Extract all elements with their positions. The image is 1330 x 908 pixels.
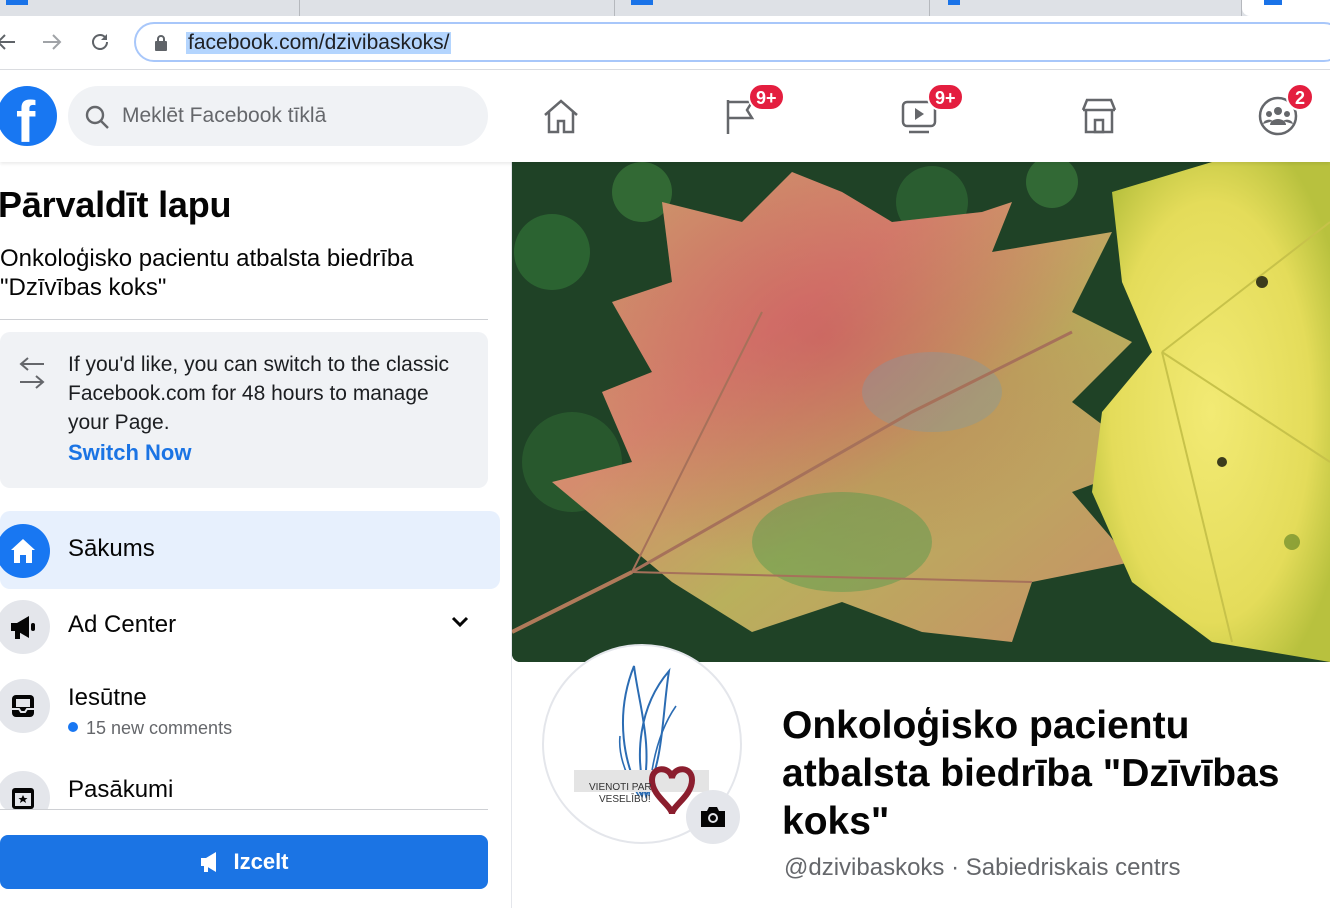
sidebar-item-inbox[interactable]: Iesūtne 15 new comments — [0, 666, 500, 744]
sidebar-item-ad-center[interactable]: Ad Center — [0, 587, 500, 665]
boost-label: Izcelt — [233, 849, 289, 874]
sidebar-item-label: Pasākumi — [68, 776, 174, 803]
new-comments-count: 15 new comments — [86, 718, 233, 738]
chevron-down-icon[interactable] — [450, 615, 470, 629]
svg-text:VESELĪBU!: VESELĪBU! — [599, 793, 651, 805]
forward-arrow-icon — [43, 34, 62, 50]
marketplace-icon — [1081, 98, 1117, 134]
browser-tab[interactable] — [615, 0, 930, 16]
sidebar-item-home[interactable]: Sākums — [0, 511, 500, 589]
reload-button[interactable] — [86, 28, 114, 56]
cover-image — [512, 162, 1330, 662]
svg-text:VIENOTI PAR: VIENOTI PAR — [589, 782, 652, 793]
nav-home-button[interactable] — [539, 94, 583, 138]
sidebar-item-label: Iesūtne — [68, 684, 147, 711]
watch-badge: 9+ — [927, 83, 964, 111]
divider — [0, 319, 488, 320]
calendar-icon — [0, 771, 50, 810]
back-button[interactable] — [0, 28, 20, 56]
search-input[interactable]: Meklēt Facebook tīklā — [68, 86, 488, 146]
search-placeholder: Meklēt Facebook tīklā — [122, 104, 327, 127]
cover-photo[interactable] — [512, 162, 1330, 662]
unread-dot-icon — [68, 722, 78, 733]
tab-favicon-icon — [948, 0, 960, 5]
tab-favicon-icon — [6, 0, 28, 5]
home-icon — [0, 524, 50, 578]
address-bar[interactable]: facebook.com/dzivibaskoks/ — [134, 22, 1330, 62]
manage-page-sidebar: Pārvaldīt lapu Onkoloģisko pacientu atba… — [0, 162, 512, 908]
page-title: Onkoloģisko pacientu atbalsta biedrība "… — [782, 704, 1280, 843]
inbox-icon — [0, 679, 50, 733]
lock-icon — [155, 35, 167, 51]
update-profile-picture-button[interactable] — [686, 790, 740, 844]
browser-tab[interactable] — [300, 0, 615, 16]
tab-favicon-icon — [631, 0, 653, 5]
camera-icon — [701, 807, 725, 827]
megaphone-icon — [0, 600, 50, 654]
boost-button[interactable]: Izcelt — [0, 835, 488, 889]
browser-tab-active[interactable] — [1242, 0, 1330, 16]
divider — [0, 809, 488, 810]
nav-marketplace-button[interactable] — [1077, 94, 1121, 138]
switch-notice-text: If you'd like, you can switch to the cla… — [68, 353, 450, 434]
browser-tab[interactable] — [930, 0, 1242, 16]
switch-arrows-icon — [19, 357, 45, 389]
switch-now-link[interactable]: Switch Now — [68, 440, 191, 466]
tab-favicon-icon — [1264, 0, 1282, 5]
reload-icon — [92, 34, 108, 50]
facebook-header: f Meklēt Facebook tīklā 9+ 9+ 2 — [0, 70, 1330, 162]
sidebar-item-label: Ad Center — [68, 611, 177, 638]
classic-switch-notice: If you'd like, you can switch to the cla… — [0, 332, 488, 488]
browser-tabstrip — [0, 0, 1330, 16]
forward-button[interactable] — [38, 28, 66, 56]
search-icon — [85, 105, 109, 129]
facebook-logo-icon[interactable]: f — [0, 86, 57, 146]
page-handle-category: @dzivibaskoks · Sabiedriskais centrs — [784, 854, 1181, 881]
megaphone-icon — [201, 852, 217, 872]
groups-badge: 2 — [1286, 83, 1314, 111]
inbox-status: 15 new comments — [68, 718, 232, 739]
url-text[interactable]: facebook.com/dzivibaskoks/ — [186, 32, 452, 54]
browser-toolbar: facebook.com/dzivibaskoks/ — [0, 16, 1330, 70]
pages-badge: 9+ — [748, 83, 785, 111]
sidebar-heading: Pārvaldīt lapu — [0, 184, 232, 225]
sidebar-item-label: Sākums — [68, 535, 155, 562]
sidebar-item-events[interactable]: Pasākumi — [0, 758, 500, 810]
home-icon — [544, 99, 578, 134]
back-arrow-icon — [0, 34, 15, 50]
browser-tab[interactable] — [0, 0, 300, 16]
sidebar-page-name[interactable]: Onkoloģisko pacientu atbalsta biedrība "… — [0, 244, 470, 302]
